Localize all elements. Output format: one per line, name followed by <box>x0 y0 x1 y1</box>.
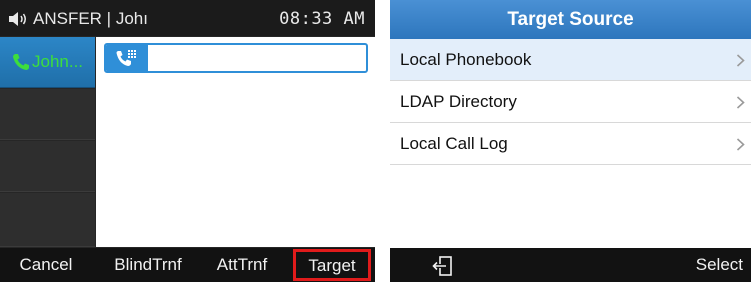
page-title: Target Source <box>390 0 751 39</box>
status-bar: ANSFER | Johı 08:33 AM <box>0 0 375 36</box>
speaker-volume-icon <box>9 12 26 26</box>
target-softkey[interactable]: Target <box>293 249 371 281</box>
list-item-local-call-log[interactable]: Local Call Log <box>390 123 751 165</box>
list-item-label: LDAP Directory <box>400 92 517 111</box>
blind-transfer-softkey[interactable]: BlindTrnf <box>100 248 196 282</box>
dialpad-handset-icon <box>116 50 136 66</box>
softkey-bar: Cancel BlindTrnf AttTrnf Target <box>0 248 375 282</box>
line-key-john[interactable]: John... <box>0 37 95 88</box>
cancel-softkey[interactable]: Cancel <box>8 248 84 282</box>
line-key-4[interactable] <box>0 193 95 247</box>
list-item-label: Local Call Log <box>400 134 508 153</box>
back-exit-icon[interactable] <box>418 254 468 278</box>
select-softkey[interactable]: Select <box>696 248 743 282</box>
chevron-right-icon <box>736 138 745 151</box>
call-main-area <box>96 37 375 247</box>
line-keys-column: John... <box>0 37 95 247</box>
account-label: ANSFER | Johı <box>33 9 148 28</box>
attended-transfer-softkey[interactable]: AttTrnf <box>204 248 280 282</box>
list-item-ldap-directory[interactable]: LDAP Directory <box>390 81 751 123</box>
line-key-3[interactable] <box>0 141 95 192</box>
handset-icon <box>13 54 29 70</box>
screen-divider <box>375 0 390 282</box>
chevron-right-icon <box>736 96 745 109</box>
call-screen: ANSFER | Johı 08:33 AM John... Cancel Bl… <box>0 0 375 282</box>
status-account: ANSFER | Johı <box>8 9 148 29</box>
chevron-right-icon <box>736 54 745 67</box>
line-key-2[interactable] <box>0 89 95 140</box>
clock: 08:33 AM <box>279 9 365 29</box>
target-source-screen: Target Source Local Phonebook LDAP Direc… <box>390 0 751 282</box>
list-item-local-phonebook[interactable]: Local Phonebook <box>390 39 751 81</box>
softkey-bar: Select <box>390 248 751 282</box>
line-key-label: John... <box>32 52 84 71</box>
list-item-label: Local Phonebook <box>400 50 532 69</box>
dialpad-box <box>106 45 148 71</box>
transfer-number-input[interactable] <box>104 43 368 73</box>
